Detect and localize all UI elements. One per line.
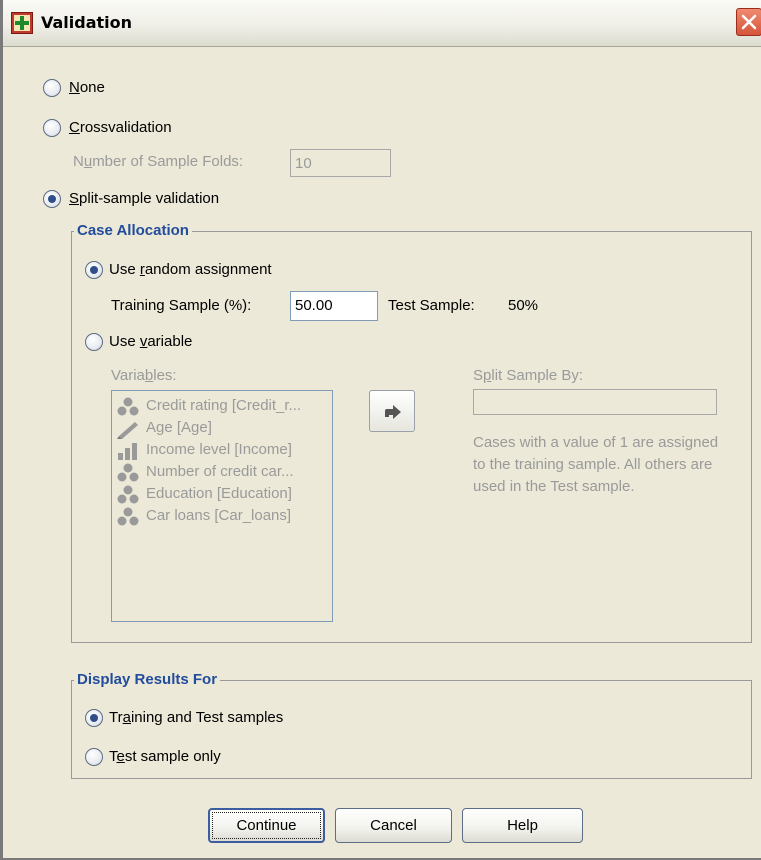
split-sample-radio[interactable] bbox=[43, 190, 61, 208]
nominal-icon bbox=[117, 485, 139, 504]
title-bar[interactable]: Validation bbox=[3, 0, 761, 47]
none-label[interactable]: None bbox=[69, 79, 105, 96]
close-button[interactable] bbox=[736, 8, 761, 36]
continue-button[interactable]: Continue bbox=[208, 808, 325, 843]
none-mnemonic: N bbox=[69, 79, 80, 96]
test-only-radio[interactable] bbox=[85, 748, 103, 766]
training-and-test-label[interactable]: Training and Test samples bbox=[109, 709, 283, 726]
training-sample-post: Sample (%): bbox=[164, 297, 252, 314]
none-radio[interactable] bbox=[43, 79, 61, 97]
scale-icon bbox=[117, 422, 138, 439]
use-variable-radio[interactable] bbox=[85, 333, 103, 351]
help-button-label: Help bbox=[507, 817, 538, 834]
training-sample-input[interactable]: 50.00 bbox=[290, 291, 378, 321]
focus-outline bbox=[212, 812, 321, 839]
variable-item-label: Income level [Income] bbox=[146, 441, 292, 458]
crossvalidation-radio[interactable] bbox=[43, 119, 61, 137]
nominal-icon bbox=[117, 507, 139, 526]
arrow-right-icon bbox=[385, 405, 401, 419]
display-results-legend: Display Results For bbox=[74, 671, 221, 688]
use-variable-post: ariable bbox=[147, 333, 193, 350]
split-sample-by-post: lit Sample By: bbox=[491, 367, 584, 384]
random-assignment-label[interactable]: Use random assignment bbox=[109, 261, 272, 278]
ordinal-icon bbox=[118, 443, 137, 460]
variables-label-pre: Varia bbox=[111, 367, 145, 384]
test-only-post: st sample only bbox=[124, 748, 221, 765]
sample-folds-label: Number of Sample Folds: bbox=[73, 153, 243, 170]
test-only-mnemonic: e bbox=[116, 748, 125, 765]
nominal-icon bbox=[117, 397, 139, 416]
split-sample-label-post: plit-sample validation bbox=[79, 190, 220, 207]
variables-mnemonic: b bbox=[144, 367, 154, 384]
sample-folds-input[interactable]: 10 bbox=[290, 149, 391, 177]
crossvalidation-mnemonic: C bbox=[69, 119, 80, 136]
split-sample-label[interactable]: Split-sample validation bbox=[69, 190, 219, 207]
variable-item-label: Number of credit car... bbox=[146, 463, 294, 480]
use-variable-pre: Use bbox=[109, 333, 140, 350]
training-sample-mnemonic: g bbox=[156, 297, 165, 314]
crossvalidation-label-post: rossvalidation bbox=[79, 119, 172, 136]
cancel-button[interactable]: Cancel bbox=[335, 808, 452, 843]
crossvalidation-label[interactable]: Crossvalidation bbox=[69, 119, 172, 136]
random-assignment-post: andom assignment bbox=[144, 261, 272, 278]
training-and-test-mnemonic: a bbox=[122, 709, 131, 726]
variable-item-label: Credit rating [Credit_r... bbox=[146, 397, 302, 414]
cancel-button-label: Cancel bbox=[370, 817, 417, 834]
case-allocation-legend: Case Allocation bbox=[74, 222, 192, 239]
test-sample-value: 50% bbox=[508, 297, 539, 314]
variables-list[interactable]: Credit rating [Credit_r... Age [Age] Inc… bbox=[111, 390, 333, 622]
help-button[interactable]: Help bbox=[462, 808, 583, 843]
training-sample-label: Training Sample (%): bbox=[111, 297, 251, 314]
sample-folds-pre: N bbox=[73, 153, 84, 170]
test-only-label[interactable]: Test sample only bbox=[109, 748, 221, 765]
none-label-post: one bbox=[79, 79, 105, 96]
training-and-test-pre: Tr bbox=[109, 709, 123, 726]
variable-item-label: Car loans [Car_loans] bbox=[146, 507, 292, 524]
variable-item-label: Education [Education] bbox=[146, 485, 292, 502]
training-and-test-post: ining and Test samples bbox=[130, 709, 284, 726]
use-variable-label[interactable]: Use variable bbox=[109, 333, 192, 350]
move-variable-button[interactable] bbox=[369, 390, 415, 432]
split-sample-by-pre: S bbox=[473, 367, 484, 384]
variables-label-post: les: bbox=[153, 367, 177, 384]
split-sample-mnemonic: S bbox=[69, 190, 80, 207]
training-sample-pre: Trainin bbox=[111, 297, 157, 314]
dialog-title: Validation bbox=[41, 13, 133, 32]
test-sample-label: Test Sample: bbox=[388, 297, 475, 314]
close-icon bbox=[741, 14, 757, 30]
nominal-icon bbox=[117, 463, 139, 482]
random-assignment-pre: Use bbox=[109, 261, 140, 278]
validation-dialog: Validation None Crossvalidation Number o… bbox=[0, 0, 761, 860]
sample-folds-post: mber of Sample Folds: bbox=[92, 153, 244, 170]
spss-app-icon bbox=[11, 12, 33, 34]
variables-label: Variables: bbox=[111, 367, 177, 384]
split-sample-by-label: Split Sample By: bbox=[473, 367, 583, 384]
split-sample-description: Cases with a value of 1 are assigned to … bbox=[473, 434, 719, 495]
variable-item-label: Age [Age] bbox=[146, 419, 212, 436]
training-and-test-radio[interactable] bbox=[85, 709, 103, 727]
split-sample-by-field[interactable] bbox=[473, 389, 717, 415]
sample-folds-mnemonic: u bbox=[83, 153, 93, 170]
test-only-pre: T bbox=[109, 748, 117, 765]
random-assignment-radio[interactable] bbox=[85, 261, 103, 279]
